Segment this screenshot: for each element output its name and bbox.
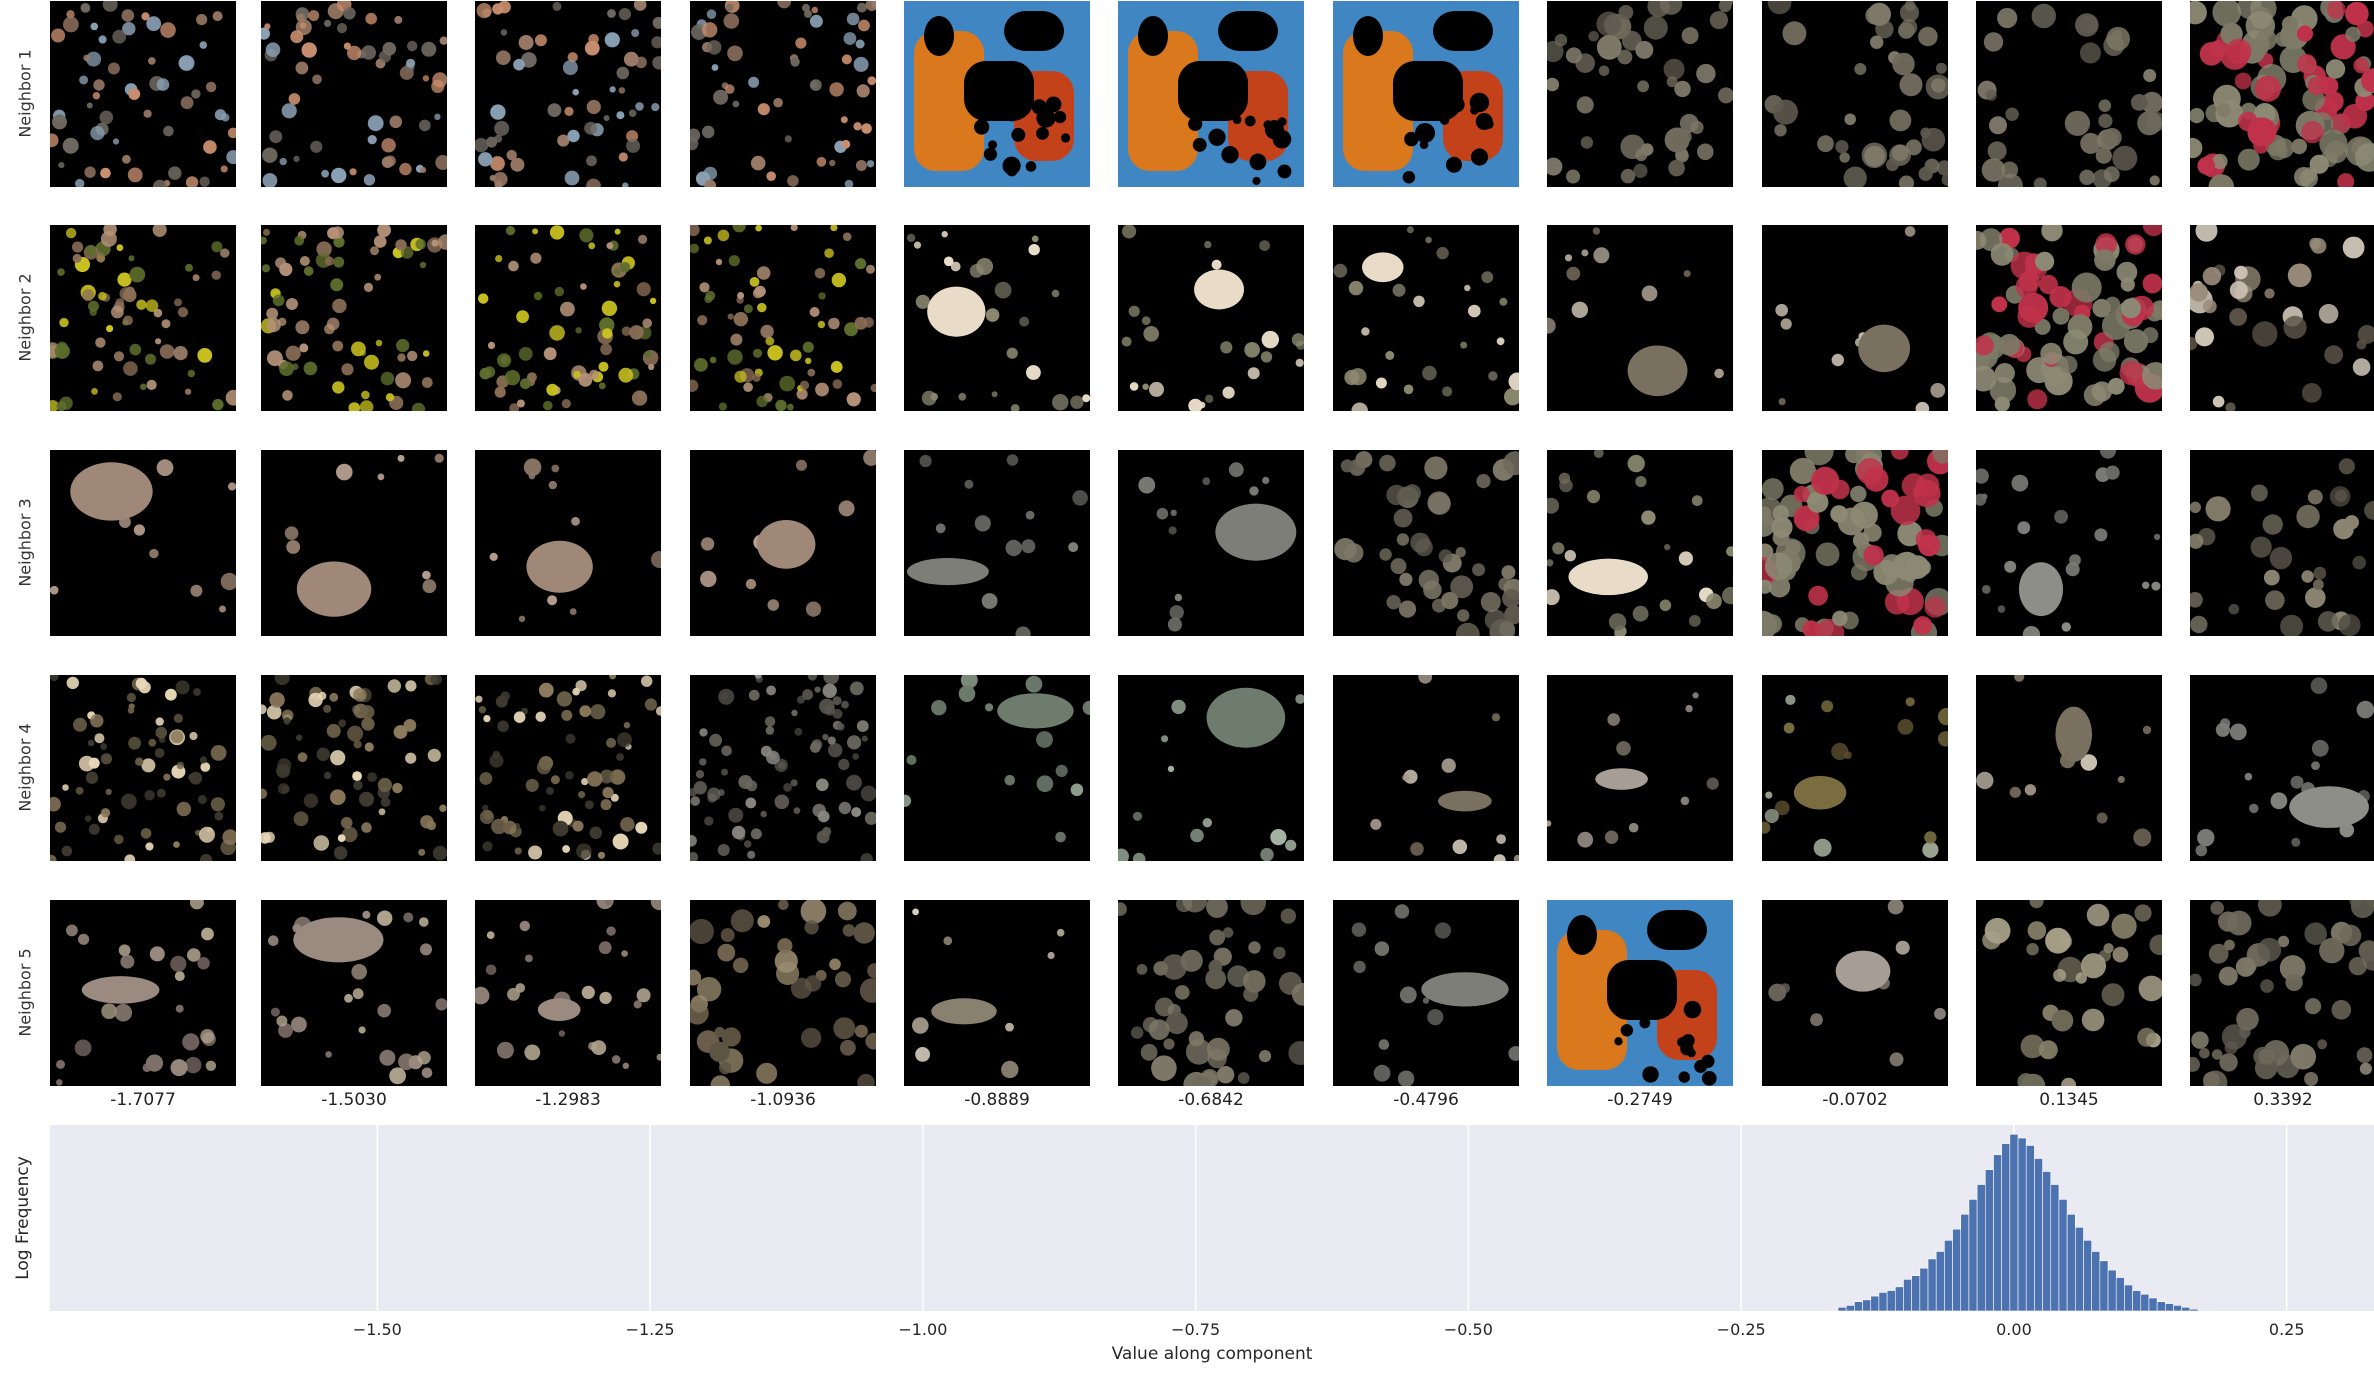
histogram-bar xyxy=(1993,1154,2002,1312)
x-tick-label: −0.75 xyxy=(1171,1320,1220,1339)
histogram-bar xyxy=(2124,1284,2133,1312)
histogram-bar xyxy=(2173,1305,2182,1312)
histogram-bar xyxy=(2091,1251,2101,1312)
histogram-bar xyxy=(2017,1137,2027,1312)
figure: Neighbor 1 Neighbor 2 Neighbor 3 Neighbor 4… xyxy=(0,0,2374,1382)
histogram-bar xyxy=(2058,1199,2068,1312)
histogram-bar xyxy=(1886,1290,1896,1312)
histogram-bar xyxy=(2107,1269,2117,1312)
histogram-bar xyxy=(2025,1145,2035,1312)
histogram-bar xyxy=(2140,1293,2150,1312)
x-tick-label: −1.25 xyxy=(626,1320,675,1339)
histogram-bar xyxy=(2189,1308,2199,1312)
histogram-bar xyxy=(1845,1305,1855,1312)
histogram-chart: −1.50 −1.25 −1.00 −0.75 −0.50 −0.25 0.00 0.25 L… xyxy=(13,1125,2374,1364)
histogram-bar xyxy=(2165,1303,2174,1312)
histogram-bar xyxy=(2115,1277,2125,1312)
histogram-bar xyxy=(1952,1228,1962,1312)
histogram-bar xyxy=(2075,1227,2084,1312)
histogram-bar xyxy=(2034,1158,2043,1312)
histogram-bar xyxy=(1968,1199,1978,1312)
x-tick-label: 0.00 xyxy=(1996,1320,2032,1339)
histogram-bar xyxy=(2042,1171,2052,1312)
x-tick-label: −1.50 xyxy=(353,1320,402,1339)
x-tick-label: −0.25 xyxy=(1717,1320,1766,1339)
histogram-bar xyxy=(1911,1275,1921,1312)
histogram-bar xyxy=(1985,1169,1994,1312)
histogram-bar xyxy=(2009,1134,2019,1312)
histogram-bar xyxy=(2132,1290,2142,1312)
histogram-bar xyxy=(1976,1184,1986,1312)
histogram-bar xyxy=(2001,1143,2011,1312)
histogram-bar xyxy=(1854,1301,1863,1312)
histogram-bar xyxy=(2083,1240,2092,1312)
histogram-bar xyxy=(2050,1184,2060,1312)
histogram-bar xyxy=(1919,1267,1929,1312)
histogram-bar xyxy=(2148,1297,2158,1312)
x-axis-label: Value along component xyxy=(1112,1344,1313,1364)
histogram-bar xyxy=(1903,1279,1912,1312)
x-tick-label: −1.00 xyxy=(898,1320,947,1339)
histogram-bar xyxy=(2181,1306,2191,1312)
histogram-bar xyxy=(1935,1251,1945,1312)
histogram-bar xyxy=(2099,1260,2109,1312)
histogram-bar xyxy=(2156,1301,2166,1312)
histogram-bar xyxy=(1894,1286,1904,1312)
histogram-bar xyxy=(1960,1213,1970,1312)
x-tick-label: −0.50 xyxy=(1444,1320,1493,1339)
histogram-bar xyxy=(1862,1299,1872,1312)
y-axis-label: Log Frequency xyxy=(13,1156,33,1280)
histogram-bar xyxy=(1837,1306,1847,1312)
histogram-bar xyxy=(1944,1240,1953,1312)
histogram-bar xyxy=(1870,1295,1880,1312)
histogram-x-ticks: −1.50 −1.25 −1.00 −0.75 −0.50 −0.25 0.00 0.25 xyxy=(353,1320,2305,1339)
histogram-bar xyxy=(2066,1213,2076,1312)
histogram-bar xyxy=(1927,1258,1937,1312)
histogram-bar xyxy=(1878,1292,1888,1312)
x-tick-label: 0.25 xyxy=(2269,1320,2305,1339)
